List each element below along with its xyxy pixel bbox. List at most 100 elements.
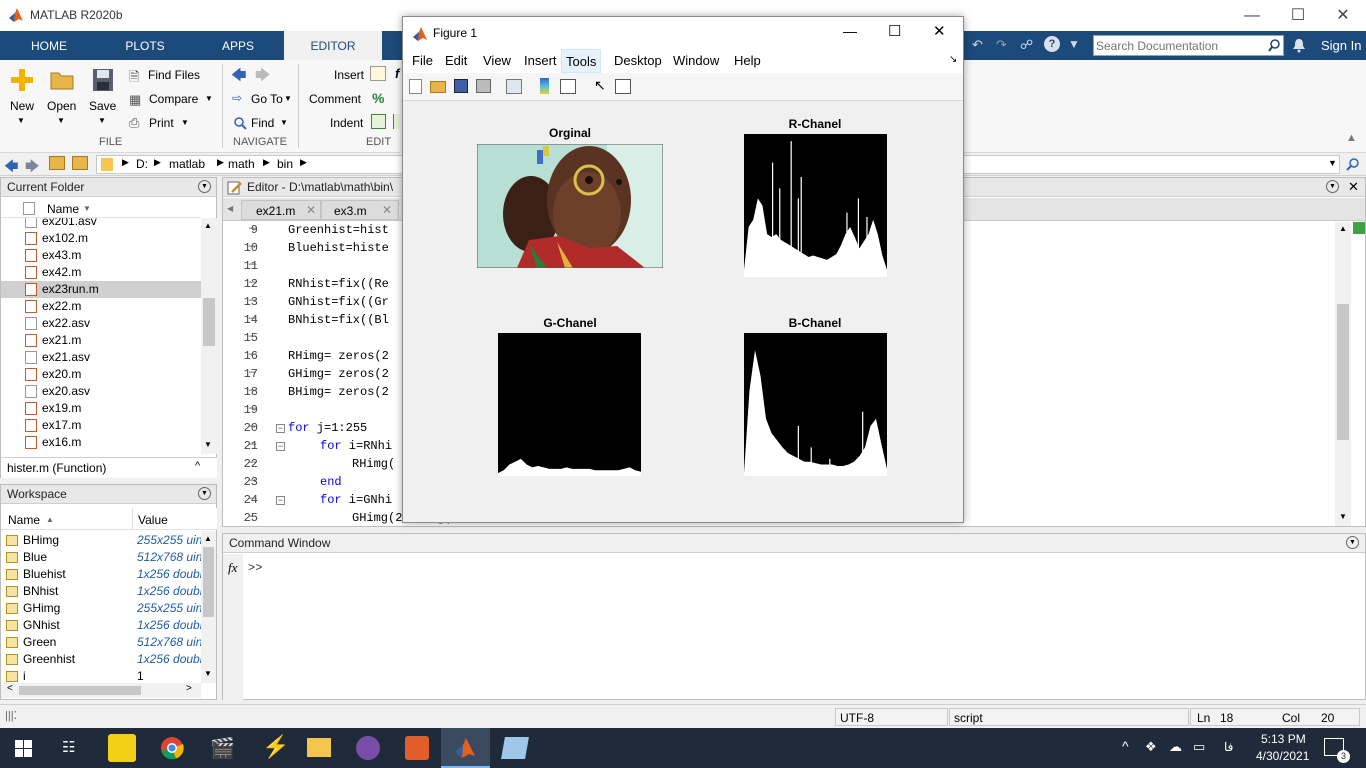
variable-row[interactable]: BNhist 1x256 doubl xyxy=(1,583,201,600)
folder-scrollbar[interactable]: ▲ ▼ xyxy=(201,218,217,454)
workspace-hscrollbar[interactable]: < > xyxy=(1,683,201,698)
kmplayer-app-icon[interactable] xyxy=(108,734,136,762)
browse-folder-icon[interactable] xyxy=(72,156,88,170)
indent-more-icon[interactable] xyxy=(393,114,400,129)
file-row[interactable]: ex42.m xyxy=(1,264,201,281)
insert-button[interactable]: Insert xyxy=(334,68,364,82)
details-collapse-icon[interactable]: ^ xyxy=(195,460,200,472)
battery-icon[interactable]: ▭ xyxy=(1193,739,1205,755)
search-documentation-box[interactable] xyxy=(1093,35,1284,56)
breakpoint-marker[interactable]: — xyxy=(249,419,256,433)
find-files-button[interactable]: Find Files xyxy=(148,68,200,82)
breakpoint-marker[interactable]: — xyxy=(249,455,256,469)
save-button[interactable]: Save xyxy=(89,99,116,113)
menu-insert[interactable]: Insert xyxy=(524,53,557,68)
collapse-ribbon-icon[interactable]: ▲ xyxy=(1346,132,1357,144)
new-button[interactable]: New xyxy=(10,99,34,113)
tab-home[interactable]: HOME xyxy=(16,31,82,60)
find-dropdown-icon[interactable]: ▼ xyxy=(280,118,288,127)
back-arrow-icon[interactable]: 🡄 xyxy=(231,65,247,90)
editor-tab[interactable]: ex3.m ✕ xyxy=(321,200,399,220)
scroll-down-icon[interactable]: ▼ xyxy=(204,440,212,449)
more-options-icon[interactable]: ▼ xyxy=(1068,37,1080,51)
search-folder-icon[interactable] xyxy=(1346,157,1360,171)
menu-edit[interactable]: Edit xyxy=(445,53,467,68)
github-app-icon[interactable] xyxy=(356,736,380,760)
switch-windows-icon[interactable]: ☍ xyxy=(1020,37,1033,53)
fx-icon[interactable]: fx xyxy=(228,560,237,576)
path-dropdown-icon[interactable]: ▼ xyxy=(1328,158,1337,168)
name-column-header[interactable]: Name xyxy=(8,513,40,527)
editor-tab[interactable]: ex21.m ✕ xyxy=(241,200,321,220)
video-editor-app-icon[interactable]: 🎬 xyxy=(210,736,235,761)
insert-colorbar-icon[interactable] xyxy=(540,78,549,94)
go-to-dropdown-icon[interactable]: ▼ xyxy=(284,94,292,103)
maximize-button[interactable]: ☐ xyxy=(1275,0,1321,31)
menu-help[interactable]: Help xyxy=(734,53,761,68)
breakpoint-marker[interactable]: — xyxy=(249,437,256,451)
clock-date[interactable]: 4/30/2021 xyxy=(1256,749,1309,763)
file-row[interactable]: ex23run.m xyxy=(1,281,201,298)
file-row[interactable]: ex17.m xyxy=(1,417,201,434)
insert-function-icon[interactable]: f xyxy=(395,66,399,81)
edit-plot-arrow-icon[interactable]: ↖ xyxy=(594,77,606,94)
comment-button[interactable]: Comment xyxy=(309,92,361,106)
link-plot-icon[interactable] xyxy=(506,79,522,94)
breakpoint-marker[interactable]: — xyxy=(249,221,256,235)
tab-apps[interactable]: APPS xyxy=(205,31,271,60)
file-row[interactable]: ex21.asv xyxy=(1,349,201,366)
compare-dropdown-icon[interactable]: ▼ xyxy=(205,94,213,103)
panel-actions-icon[interactable]: ▼ xyxy=(198,180,211,193)
name-column-header[interactable]: Name ▼ xyxy=(1,198,201,218)
file-row[interactable]: ex201.asv xyxy=(1,218,201,230)
editor-actions-icon[interactable]: ▼ xyxy=(1326,180,1339,193)
print-button[interactable]: Print xyxy=(149,116,174,130)
scroll-thumb[interactable] xyxy=(203,547,214,617)
breakpoint-marker[interactable]: — xyxy=(249,473,256,487)
notepad-app-icon[interactable] xyxy=(501,737,529,759)
variable-row[interactable]: GNhist 1x256 doubl xyxy=(1,617,201,634)
undo-icon[interactable]: ↶ xyxy=(972,37,983,53)
scroll-right-icon[interactable]: > xyxy=(186,683,192,694)
path-segment[interactable]: matlab xyxy=(169,157,205,171)
insert-legend-icon[interactable] xyxy=(560,79,576,94)
print-figure-icon[interactable] xyxy=(476,79,491,93)
tab-close-icon[interactable]: ✕ xyxy=(306,203,316,217)
scroll-left-icon[interactable]: < xyxy=(7,683,13,694)
property-inspector-icon[interactable] xyxy=(615,79,631,94)
bell-icon[interactable] xyxy=(1292,38,1306,53)
breakpoint-marker[interactable]: — xyxy=(249,365,256,379)
tab-plots[interactable]: PLOTS xyxy=(112,31,178,60)
forward-arrow-icon[interactable]: 🡆 xyxy=(255,65,271,90)
variable-row[interactable]: BHimg 255x255 uin xyxy=(1,532,201,549)
breakpoint-marker[interactable]: — xyxy=(249,491,256,505)
breakpoint-marker[interactable]: — xyxy=(249,383,256,397)
breakpoint-marker[interactable]: — xyxy=(249,239,256,253)
dev-tool-app-icon[interactable] xyxy=(405,736,429,760)
figure-maximize-button[interactable]: ☐ xyxy=(888,22,901,40)
scroll-up-icon[interactable]: ▲ xyxy=(1339,224,1347,233)
code-fold-toggle[interactable]: − xyxy=(276,424,285,433)
task-view-icon[interactable]: ☷ xyxy=(62,738,75,756)
close-button[interactable]: ✕ xyxy=(1320,0,1366,31)
find-button[interactable]: Find xyxy=(251,116,274,130)
windows-start-icon[interactable] xyxy=(15,740,32,757)
file-row[interactable]: ex20.m xyxy=(1,366,201,383)
breakpoint-marker[interactable]: — xyxy=(249,293,256,307)
scroll-thumb[interactable] xyxy=(1337,304,1349,440)
breakpoint-marker[interactable]: — xyxy=(249,509,256,523)
smart-indent-icon[interactable] xyxy=(371,114,386,129)
editor-scrollbar[interactable]: ▲ ▼ xyxy=(1335,222,1351,526)
path-segment[interactable]: D: xyxy=(136,157,148,171)
menu-window[interactable]: Window xyxy=(673,53,719,68)
print-dropdown-icon[interactable]: ▼ xyxy=(181,118,189,127)
file-row[interactable]: ex20.asv xyxy=(1,383,201,400)
redo-icon[interactable]: ↷ xyxy=(996,37,1007,53)
tab-editor[interactable]: EDITOR xyxy=(284,31,382,60)
variable-row[interactable]: Green 512x768 uin xyxy=(1,634,201,651)
cloud-icon[interactable]: ☁ xyxy=(1169,739,1182,755)
indent-button[interactable]: Indent xyxy=(330,116,363,130)
comment-percent-icon[interactable]: % xyxy=(372,90,384,106)
value-column-header[interactable]: Value xyxy=(138,513,168,527)
matlab-taskbar-button[interactable] xyxy=(441,728,490,768)
